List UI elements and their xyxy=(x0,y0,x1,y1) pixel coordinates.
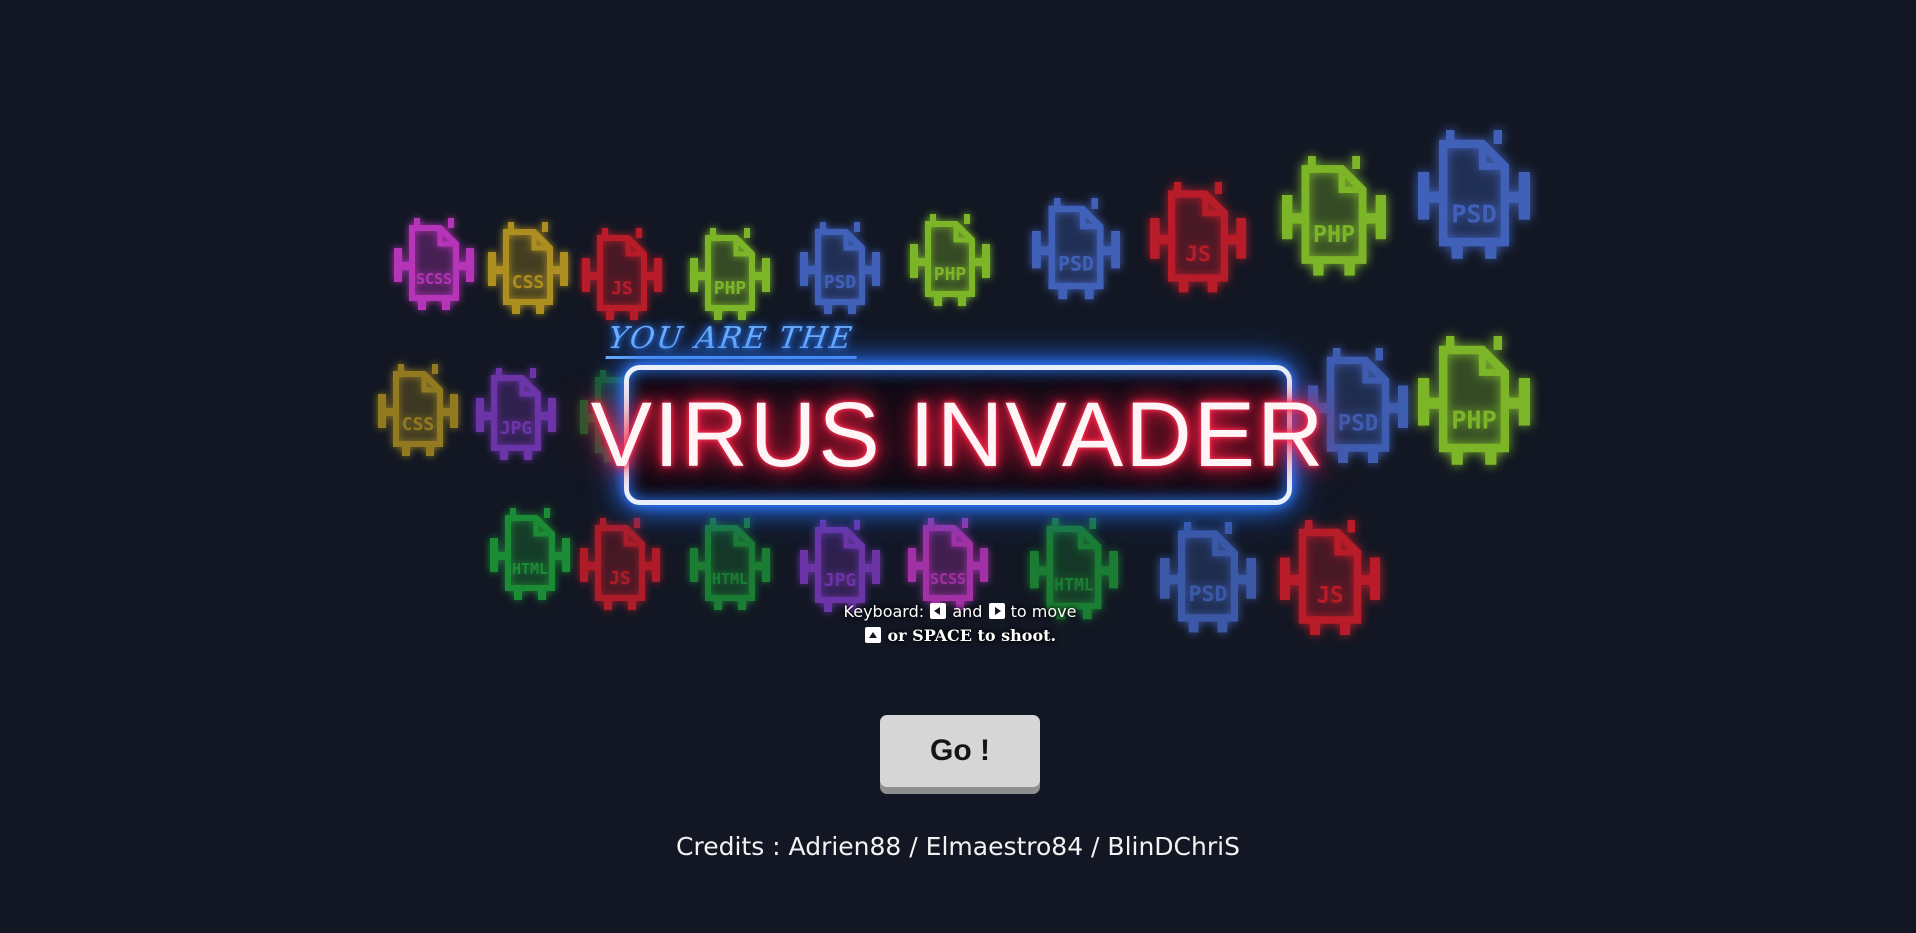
invader-html-icon: HTML xyxy=(490,508,570,600)
invader-js-icon: JS xyxy=(1150,182,1246,293)
invader-js-icon: JS xyxy=(582,228,662,320)
invader-label: JPG xyxy=(500,418,533,439)
shoot-text: or SPACE to shoot. xyxy=(887,626,1057,645)
invader-label: CSS xyxy=(512,272,545,293)
and-text: and xyxy=(952,602,983,621)
right-arrow-key-icon xyxy=(988,603,1005,619)
invader-psd-icon: PSD xyxy=(1418,130,1530,259)
invader-js-icon: JS xyxy=(580,518,660,610)
invader-label: HTML xyxy=(512,560,548,578)
invader-label: PHP xyxy=(1313,220,1355,248)
invader-css-icon: CSS xyxy=(488,222,568,314)
invader-html-icon: HTML xyxy=(690,518,770,610)
go-button[interactable]: Go ! xyxy=(880,715,1040,787)
move-text: to move xyxy=(1010,602,1077,621)
shoot-instruction: or SPACE to shoot. xyxy=(760,624,1160,648)
invader-label: PSD xyxy=(1338,411,1379,437)
invader-label: PHP xyxy=(1451,405,1497,434)
invader-php-icon: PHP xyxy=(1282,156,1386,276)
invader-label: SCSS xyxy=(416,270,452,288)
invader-label: PSD xyxy=(824,272,857,293)
invader-jpg-icon: JPG xyxy=(476,368,556,460)
game-title: VIRUS INVADER xyxy=(590,383,1326,486)
invader-label: HTML xyxy=(712,570,748,588)
invader-psd-icon: PSD xyxy=(1160,522,1256,633)
invader-css-icon: CSS xyxy=(378,364,458,456)
invader-label: JS xyxy=(609,568,631,589)
invader-label: PHP xyxy=(934,264,967,285)
invader-jpg-icon: JPG xyxy=(800,520,880,612)
invader-label: JS xyxy=(611,278,633,299)
invader-label: PSD xyxy=(1058,253,1094,276)
invader-php-icon: PHP xyxy=(1418,336,1530,465)
invader-scss-icon: SCSS xyxy=(908,518,988,610)
move-instruction: Keyboard: and to move xyxy=(760,600,1160,624)
up-arrow-key-icon xyxy=(864,627,881,643)
game-stage: SCSS CSS JS PHP PSD PHP PSD JS PHP PSD CSS JPG HTML P… xyxy=(0,0,1916,933)
invader-label: SCSS xyxy=(930,570,966,588)
keyboard-instructions: Keyboard: and to move or SPACE to shoot. xyxy=(760,600,1160,648)
left-arrow-key-icon xyxy=(930,603,947,619)
invader-psd-icon: PSD xyxy=(800,222,880,314)
title-tagline: YOU ARE THE xyxy=(605,321,862,359)
invader-label: JS xyxy=(1316,583,1343,609)
invader-psd-icon: PSD xyxy=(1032,198,1120,300)
invader-label: JS xyxy=(1185,242,1211,267)
invader-label: PHP xyxy=(714,278,747,299)
invader-label: PSD xyxy=(1188,582,1227,607)
keyboard-label: Keyboard: xyxy=(843,602,925,621)
invader-label: CSS xyxy=(402,414,435,435)
invader-label: JPG xyxy=(824,570,857,591)
invader-label: HTML xyxy=(1054,576,1094,595)
credits: Credits : Adrien88 / Elmaestro84 / BlinD… xyxy=(676,832,1240,861)
invader-label: PSD xyxy=(1451,199,1497,228)
invader-js-icon: JS xyxy=(1280,520,1380,635)
title-neon-frame: VIRUS INVADER xyxy=(591,365,1323,505)
invader-php-icon: PHP xyxy=(690,228,770,320)
invader-php-icon: PHP xyxy=(910,214,990,306)
invader-scss-icon: SCSS xyxy=(394,218,474,310)
